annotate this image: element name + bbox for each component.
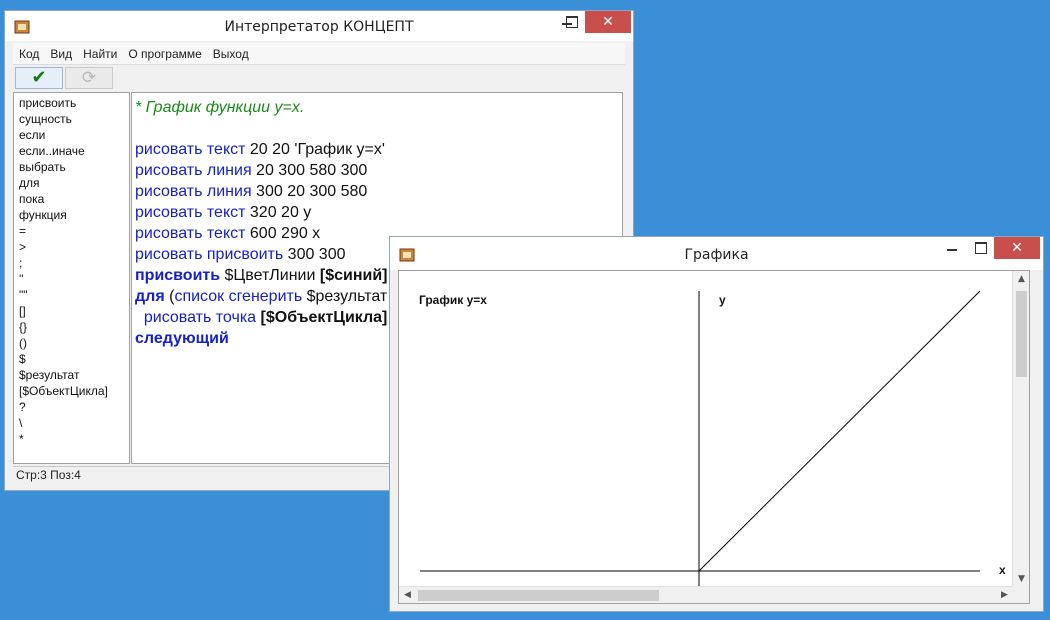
- code-token: 300 20 300 580: [251, 183, 368, 200]
- code-token: рисовать текст: [135, 225, 246, 242]
- keyword-item[interactable]: функция: [19, 207, 129, 223]
- scroll-corner: [1012, 586, 1029, 603]
- keyword-item[interactable]: сущность: [19, 111, 129, 127]
- menu-item[interactable]: Код: [13, 43, 44, 61]
- scroll-left-arrow[interactable]: ◀: [399, 587, 416, 603]
- code-line: * График функции y=x.: [135, 97, 622, 118]
- vertical-scrollbar[interactable]: ▲ ▼: [1012, 271, 1029, 588]
- code-token: для: [135, 288, 165, 305]
- keyword-item[interactable]: [$ОбъектЦикла]: [19, 383, 129, 399]
- code-token: 300 300: [283, 246, 346, 263]
- code-token: рисовать присвоить: [135, 246, 284, 263]
- code-token: рисовать текст: [135, 141, 246, 158]
- code-token: рисовать линия: [135, 162, 252, 179]
- function-line: [698, 290, 981, 572]
- menu-item[interactable]: Найти: [77, 43, 122, 61]
- keyword-list[interactable]: присвоить сущность если если..иначе выбрать д…: [13, 92, 130, 464]
- y-axis-label: y: [719, 293, 726, 307]
- code-line: рисовать линия 300 20 300 580: [135, 181, 622, 202]
- code-token: $результат: [302, 288, 388, 305]
- code-token: рисовать текст: [135, 204, 246, 221]
- keyword-item[interactable]: $результат: [19, 367, 129, 383]
- code-token: [$ОбъектЦикла]: [260, 309, 388, 326]
- run-button[interactable]: ✔: [15, 67, 63, 89]
- graphics-canvas[interactable]: График y=x y x ▲ ▼ ◀ ▶: [398, 270, 1030, 604]
- keyword-item[interactable]: '': [19, 271, 129, 287]
- horizontal-scrollbar[interactable]: ◀ ▶: [399, 586, 1013, 603]
- keyword-item[interactable]: (): [19, 335, 129, 351]
- horizontal-scroll-thumb[interactable]: [418, 590, 659, 601]
- keyword-item[interactable]: выбрать: [19, 159, 129, 175]
- code-token: 20 300 580 300: [251, 162, 368, 179]
- code-token: $ЦветЛинии: [220, 267, 320, 284]
- keyword-item[interactable]: если: [19, 127, 129, 143]
- menu-item[interactable]: Выход: [207, 43, 254, 61]
- graph-title: График y=x: [419, 293, 487, 307]
- code-token: присвоить: [135, 267, 221, 284]
- maximize-button[interactable]: [557, 11, 585, 33]
- close-button[interactable]: ✕: [994, 237, 1040, 259]
- plot-svg: [420, 290, 981, 588]
- menu-item[interactable]: О программе: [122, 43, 206, 61]
- minimize-button[interactable]: [938, 237, 966, 259]
- x-axis-label: x: [999, 563, 1006, 577]
- keyword-item[interactable]: []: [19, 303, 129, 319]
- code-token: (: [164, 288, 175, 305]
- code-token: 320 20 y: [245, 204, 312, 221]
- code-token: 600 290 x: [245, 225, 321, 242]
- scroll-up-arrow[interactable]: ▲: [1013, 271, 1029, 288]
- code-token: 20 20 'График y=x': [245, 141, 385, 158]
- keyword-item[interactable]: ;: [19, 255, 129, 271]
- keyword-item[interactable]: {}: [19, 319, 129, 335]
- keyword-item[interactable]: $: [19, 351, 129, 367]
- code-token: следующий: [135, 330, 229, 347]
- maximize-button[interactable]: [966, 237, 994, 259]
- keyword-item[interactable]: *: [19, 431, 129, 447]
- code-token: список сгенерить: [174, 288, 303, 305]
- code-line: рисовать линия 20 300 580 300: [135, 160, 622, 181]
- keyword-item[interactable]: =: [19, 223, 129, 239]
- code-token: рисовать линия: [135, 183, 252, 200]
- keyword-item[interactable]: пока: [19, 191, 129, 207]
- code-token: [$синий]: [319, 267, 388, 284]
- keyword-item[interactable]: >: [19, 239, 129, 255]
- keyword-item[interactable]: если..иначе: [19, 143, 129, 159]
- code-line: рисовать текст 320 20 y: [135, 202, 622, 223]
- graphics-window: Графика ✕ График y=x y x ▲ ▼ ◀ ▶: [389, 236, 1044, 612]
- keyword-item[interactable]: \: [19, 415, 129, 431]
- toolbar: ✔ ⟳: [13, 66, 625, 90]
- keyword-item[interactable]: "": [19, 287, 129, 303]
- graphics-titlebar[interactable]: Графика ✕: [390, 237, 1043, 270]
- vertical-scroll-thumb[interactable]: [1016, 291, 1027, 377]
- code-line: рисовать текст 20 20 'График y=x': [135, 139, 622, 160]
- close-button[interactable]: ✕: [585, 11, 631, 33]
- keyword-item[interactable]: ?: [19, 399, 129, 415]
- interpreter-titlebar[interactable]: Интерпретатор КОНЦЕПТ ✕: [5, 11, 633, 41]
- refresh-button[interactable]: ⟳: [65, 67, 113, 89]
- menu-item[interactable]: Вид: [44, 43, 77, 61]
- window-title: Интерпретатор КОНЦЕПТ: [224, 19, 414, 35]
- code-token: * График функции y=x.: [135, 99, 305, 116]
- scroll-right-arrow[interactable]: ▶: [996, 587, 1013, 603]
- code-token: рисовать точка: [143, 309, 257, 326]
- keyword-item[interactable]: для: [19, 175, 129, 191]
- menu-bar: Код Вид Найти О программе Выход: [13, 43, 625, 65]
- keyword-item[interactable]: присвоить: [19, 95, 129, 111]
